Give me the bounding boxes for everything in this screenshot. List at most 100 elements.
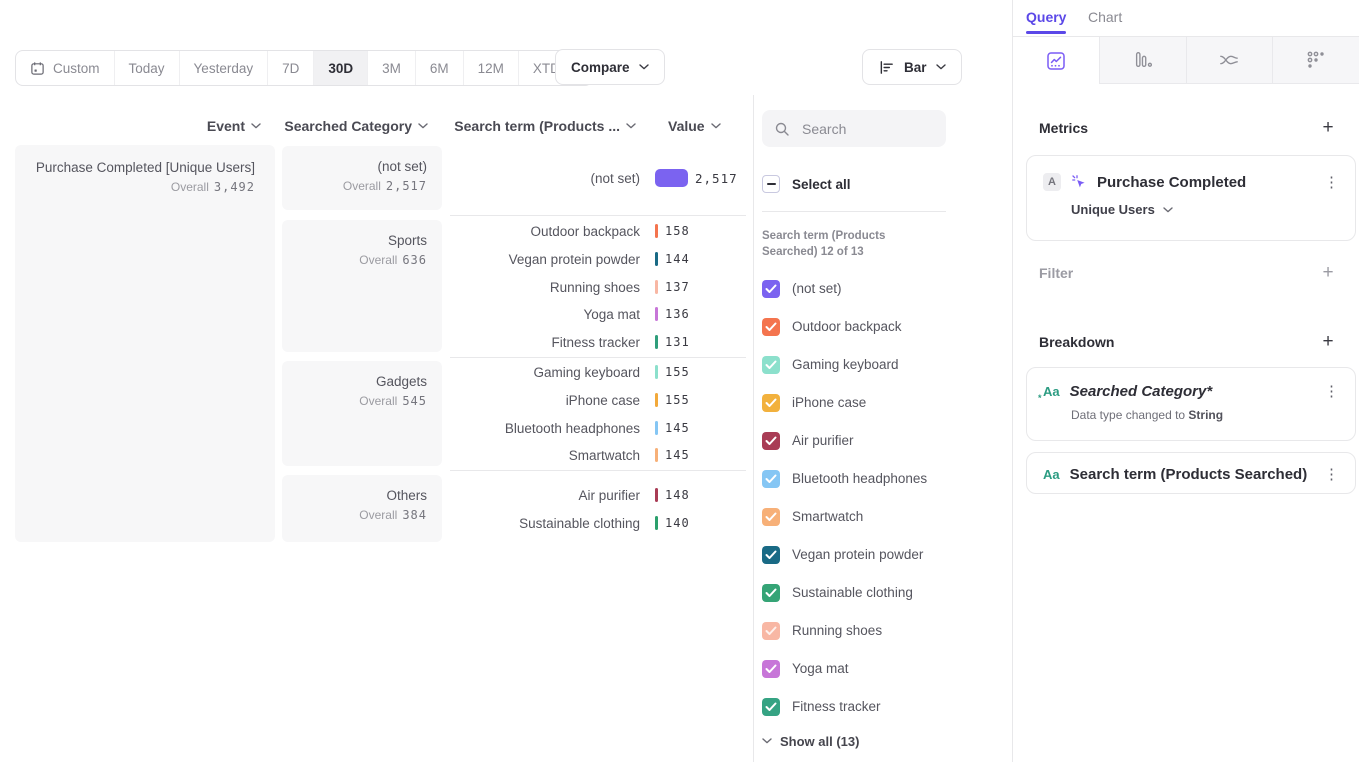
kebab-menu-icon[interactable]: ⋮ <box>1324 467 1339 482</box>
chevron-down-icon <box>936 64 946 70</box>
legend-item[interactable]: Bluetooth headphones <box>762 469 927 488</box>
date-today-button[interactable]: Today <box>115 51 180 85</box>
retention-tab-icon <box>1305 49 1327 71</box>
kebab-menu-icon[interactable]: ⋮ <box>1324 384 1339 399</box>
query-panel-tabs: Query Chart <box>1013 0 1359 37</box>
legend-item[interactable]: Smartwatch <box>762 507 863 526</box>
legend-item[interactable]: Vegan protein powder <box>762 545 923 564</box>
date-custom-button[interactable]: Custom <box>16 51 115 85</box>
column-header-value-label: Value <box>668 118 705 134</box>
legend-item[interactable]: Sustainable clothing <box>762 583 913 602</box>
value-text: 158 <box>665 224 690 238</box>
value-bar[interactable] <box>655 448 658 462</box>
checkbox-checked-icon <box>762 318 780 336</box>
tab-funnels[interactable] <box>1099 37 1186 84</box>
chevron-down-icon <box>711 123 721 129</box>
value-bar[interactable] <box>655 280 658 294</box>
metrics-title: Metrics <box>1039 120 1088 136</box>
legend-item[interactable]: Outdoor backpack <box>762 317 902 336</box>
checkbox-checked-icon <box>762 660 780 678</box>
value-bar[interactable] <box>655 307 658 321</box>
tab-query[interactable]: Query <box>1026 9 1066 25</box>
flows-tab-icon <box>1217 50 1241 70</box>
table-row: Smartwatch 145 <box>450 441 690 469</box>
date-12m-button[interactable]: 12M <box>464 51 519 85</box>
chart-type-label: Bar <box>904 60 927 75</box>
add-metric-button[interactable]: + <box>1319 118 1337 136</box>
show-all-button[interactable]: Show all (13) <box>762 733 859 749</box>
column-header-event[interactable]: Event <box>15 117 261 135</box>
legend-item[interactable]: Running shoes <box>762 621 882 640</box>
checkbox-checked-icon <box>762 280 780 298</box>
value-bar[interactable] <box>655 516 658 530</box>
chevron-down-icon <box>1163 207 1173 213</box>
chevron-down-icon <box>251 123 261 129</box>
checkbox-checked-icon <box>762 470 780 488</box>
funnels-tab-icon <box>1132 50 1154 70</box>
calendar-icon <box>30 61 45 76</box>
date-7d-button[interactable]: 7D <box>268 51 314 85</box>
breakdown-name: Search term (Products Searched) <box>1070 466 1308 483</box>
legend-item[interactable]: Fitness tracker <box>762 697 881 716</box>
aggregation-dropdown[interactable]: Unique Users <box>1071 202 1173 217</box>
checkbox-checked-icon <box>762 698 780 716</box>
tab-flows[interactable] <box>1186 37 1273 84</box>
term-label: Yoga mat <box>450 307 640 322</box>
compare-button[interactable]: Compare <box>555 49 665 85</box>
breakdown-name: Searched Category* <box>1070 383 1213 400</box>
category-overall: Overall2,517 <box>297 179 427 193</box>
column-header-term-label: Search term (Products ... <box>454 118 620 134</box>
category-name: (not set) <box>297 158 427 176</box>
date-30d-button[interactable]: 30D <box>314 51 368 85</box>
value-bar[interactable] <box>655 252 658 266</box>
value-bar[interactable] <box>655 421 658 435</box>
term-label: Running shoes <box>450 280 640 295</box>
date-yesterday-button[interactable]: Yesterday <box>180 51 269 85</box>
table-row: Bluetooth headphones 145 <box>450 414 690 442</box>
filter-title: Filter <box>1039 265 1073 281</box>
legend-item-label: Bluetooth headphones <box>792 471 927 486</box>
metric-card[interactable]: A Purchase Completed ⋮ Unique Users <box>1026 155 1356 241</box>
category-overall: Overall636 <box>297 253 427 267</box>
tab-chart[interactable]: Chart <box>1088 9 1122 25</box>
kebab-menu-icon[interactable]: ⋮ <box>1324 175 1339 190</box>
add-breakdown-button[interactable]: + <box>1319 332 1337 350</box>
table-row: Air purifier 148 <box>450 481 690 509</box>
breakdown-card[interactable]: Aa* Searched Category* ⋮ Data type chang… <box>1026 367 1356 441</box>
column-header-term[interactable]: Search term (Products ... <box>450 117 636 135</box>
term-label: Vegan protein powder <box>450 252 640 267</box>
legend-item-label: Fitness tracker <box>792 699 881 714</box>
checkbox-checked-icon <box>762 394 780 412</box>
term-label: Outdoor backpack <box>450 224 640 239</box>
search-input[interactable] <box>800 120 924 138</box>
value-bar[interactable] <box>655 224 658 238</box>
legend-item[interactable]: Air purifier <box>762 431 854 450</box>
term-label: iPhone case <box>450 393 640 408</box>
metric-name: Purchase Completed <box>1097 174 1246 191</box>
legend-item[interactable]: Yoga mat <box>762 659 849 678</box>
date-3m-button[interactable]: 3M <box>368 51 416 85</box>
chart-type-button[interactable]: Bar <box>862 49 962 85</box>
date-6m-button[interactable]: 6M <box>416 51 464 85</box>
breakdown-card[interactable]: Aa Search term (Products Searched) ⋮ <box>1026 452 1356 494</box>
legend-item[interactable]: Gaming keyboard <box>762 355 899 374</box>
select-all-row[interactable]: Select all <box>762 174 851 194</box>
date-range-group: Custom Today Yesterday 7D 30D 3M 6M 12M … <box>15 50 593 86</box>
legend-item[interactable]: iPhone case <box>762 393 866 412</box>
value-bar[interactable] <box>655 169 688 187</box>
tab-insights[interactable] <box>1013 37 1099 84</box>
column-header-value[interactable]: Value <box>668 117 748 135</box>
value-bar[interactable] <box>655 365 658 379</box>
select-all-label: Select all <box>792 177 851 192</box>
column-header-category[interactable]: Searched Category <box>282 117 428 135</box>
table-row: iPhone case 155 <box>450 386 690 414</box>
tab-retention[interactable] <box>1272 37 1359 84</box>
checkbox-checked-icon <box>762 432 780 450</box>
legend-item[interactable]: (not set) <box>762 279 842 298</box>
active-tab-underline <box>1026 31 1066 34</box>
add-filter-button[interactable]: + <box>1319 263 1337 281</box>
value-bar[interactable] <box>655 488 658 502</box>
value-bar[interactable] <box>655 335 658 349</box>
value-bar[interactable] <box>655 393 658 407</box>
chevron-down-icon <box>762 738 772 744</box>
